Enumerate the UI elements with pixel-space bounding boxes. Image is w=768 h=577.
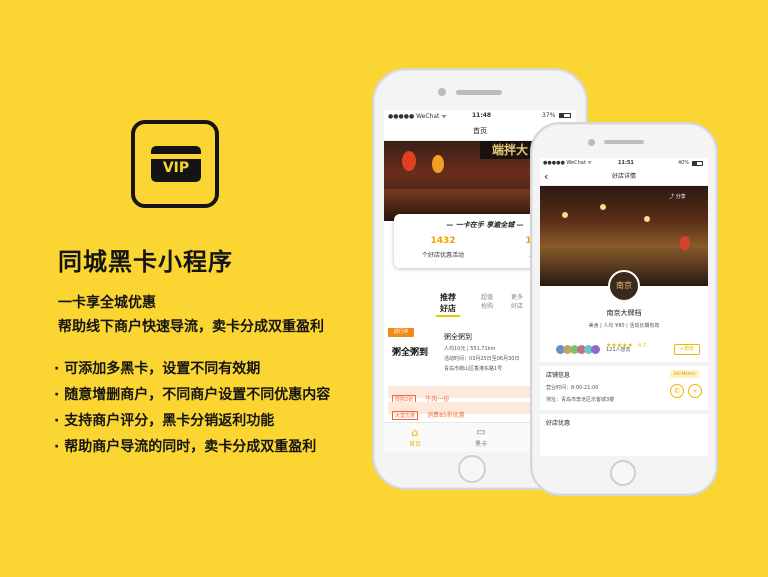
light-icon: [562, 212, 568, 218]
tabbar-card[interactable]: ▭ 黑卡: [466, 426, 496, 448]
tabbar-home[interactable]: ⌂ 首页: [400, 426, 430, 448]
detail-screen: ●●●●● WeChat ᯤ 11:51 40% ‹ 好店详情 ⤴ 分享 南京 …: [540, 158, 708, 456]
promo-line-2: 帮助线下商户快速导流，卖卡分成双重盈利: [58, 319, 324, 335]
tab-more-line2: 好店: [510, 303, 523, 310]
section-title-deals: 好店优惠: [546, 420, 571, 427]
tab-recommended[interactable]: 推荐 好店: [434, 292, 462, 317]
tab-active-indicator: [436, 315, 460, 317]
visitors-count: 121人想去: [606, 347, 631, 353]
location-icon[interactable]: ⌖: [688, 384, 702, 398]
status-time: 11:48: [472, 112, 492, 119]
distance-tag: 100 Meters: [670, 370, 699, 378]
promo-line-1: 一卡享全城优惠: [58, 295, 156, 311]
phone-home-button: [458, 455, 486, 483]
light-icon: [600, 204, 606, 210]
visitors-row: 121人想去 +想去: [556, 344, 706, 356]
shop-name: 粥全粥到: [444, 333, 472, 341]
lantern-icon: [432, 155, 444, 173]
promo-title: 同城黑卡小程序: [58, 248, 233, 276]
feature-bullet-4: · 帮助商户导流的同时，卖卡分成双重盈利: [54, 439, 317, 455]
status-time: 11:51: [618, 160, 634, 166]
card-icon: ▭: [476, 427, 486, 438]
tab-recommended-line1: 推荐: [440, 293, 456, 302]
card-stripe: [151, 154, 201, 159]
stat-1-value: 1432: [430, 236, 456, 246]
tab-more-shops[interactable]: 更多 好店: [506, 292, 528, 310]
vip-logo: VIP: [131, 120, 219, 208]
detail-nav-title: 好店详情: [611, 173, 636, 180]
home-icon: ⌂: [411, 426, 419, 439]
shop-address: 地址：青岛市李沧区乐客城3楼: [546, 397, 615, 403]
phone-camera: [438, 88, 446, 96]
shop-price-distance: 人均10元 | 551.71km: [444, 346, 496, 352]
want-to-go-button[interactable]: +想去: [674, 344, 700, 355]
feature-bullet-1: · 可添加多黑卡，设置不同有效期: [54, 361, 261, 377]
vip-logo-text: VIP: [162, 160, 190, 176]
business-hours: 营业时间：8:00-21:00: [546, 385, 599, 391]
shop-logo: 粥全粥到: [392, 348, 429, 358]
light-icon: [644, 216, 650, 222]
shop-meta: 美食 | 人均 ¥80 | 活动长期有效: [588, 323, 660, 329]
status-battery: 40%: [678, 160, 690, 166]
feature-bullet-2: · 随意增删商户，不同商户设置不同优惠内容: [54, 387, 331, 403]
coupon-2-text: 消费85折优惠: [427, 412, 465, 419]
status-battery: 37%: [542, 112, 556, 119]
share-button[interactable]: ⤴ 分享: [666, 192, 689, 202]
shop-address: 青岛市崂山区香港东路1号: [444, 366, 503, 372]
tabbar-home-label: 首页: [408, 441, 421, 448]
lantern-icon: [402, 151, 416, 171]
tab-flash-sale[interactable]: 超值 抢购: [476, 292, 498, 310]
phone-speaker: [604, 140, 644, 144]
shop-avatar: 南京: [608, 270, 640, 302]
status-badge: 进行中: [388, 328, 414, 337]
tab-flash-sale-line2: 抢购: [480, 303, 493, 310]
visitor-avatar: [591, 345, 600, 354]
lantern-icon: [680, 236, 690, 250]
shop-name: 南京大牌档: [606, 309, 642, 317]
shop-activity-time: 活动时间：03月25日至06月30日: [444, 356, 520, 362]
phone-detail-frame: ●●●●● WeChat ᯤ 11:51 40% ‹ 好店详情 ⤴ 分享 南京 …: [530, 122, 718, 496]
tab-flash-sale-line1: 超值: [480, 294, 493, 301]
status-carrier: ●●●●● WeChat ᯤ: [543, 160, 592, 166]
tabbar-card-label: 黑卡: [474, 441, 487, 448]
battery-icon: [692, 161, 703, 166]
coupon-2-tag: 大堂优惠: [392, 411, 419, 420]
battery-icon: [559, 113, 571, 118]
section-divider: [540, 362, 708, 366]
section-title-shop-info: 店铺信息: [546, 372, 571, 379]
phone-icon[interactable]: ✆: [670, 384, 684, 398]
tab-more-line1: 更多: [510, 294, 523, 301]
phone-home-button: [610, 460, 636, 486]
feature-bullet-3: · 支持商户评分，黑卡分销返利功能: [54, 413, 275, 429]
share-icon: ⤴: [669, 194, 675, 200]
vip-card-icon: VIP: [151, 146, 201, 182]
section-divider: [540, 410, 708, 414]
tab-recommended-line2: 好店: [440, 304, 456, 313]
status-carrier: ●●●●● WeChat ᯤ: [388, 113, 447, 120]
share-label: 分享: [675, 194, 686, 200]
detail-navbar: ‹ 好店详情: [540, 169, 708, 186]
phone-speaker: [456, 90, 502, 95]
stat-1-label: 个好店优惠活动: [421, 252, 464, 259]
phone-camera: [588, 139, 595, 146]
